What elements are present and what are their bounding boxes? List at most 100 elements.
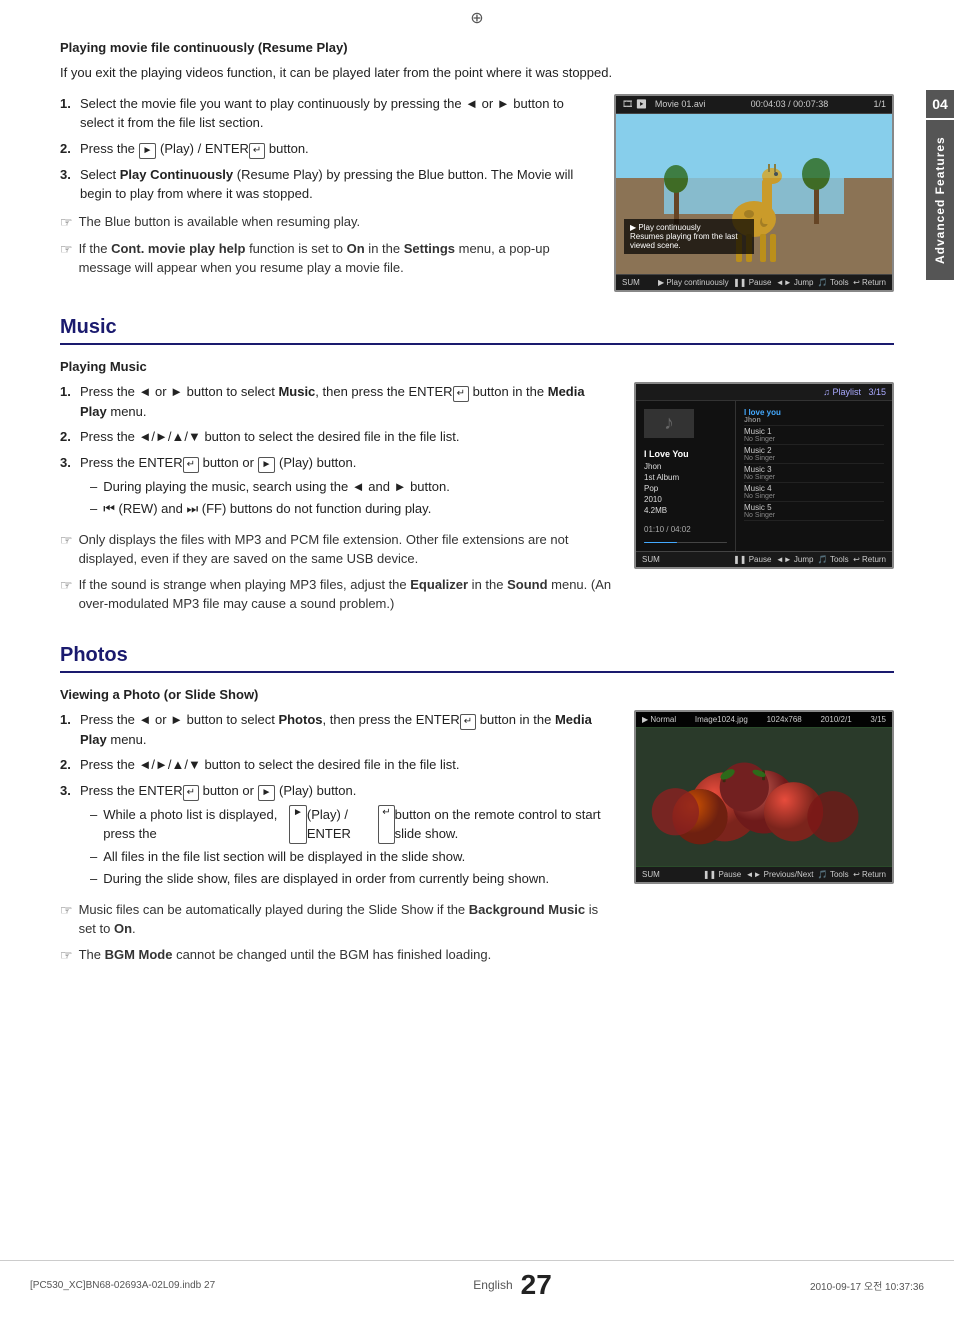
music-step-3-subitems: During playing the music, search using t… — [80, 477, 614, 519]
music-screen-header: ♫ Playlist 3/15 — [636, 384, 892, 401]
photo-step-3-subitems: While a photo list is displayed, press t… — [80, 805, 614, 889]
page-footer: [PC530_XC]BN68-02693A-02L09.indb 27 Engl… — [0, 1260, 954, 1301]
photos-content: 1. Press the ◄ or ► button to select Pho… — [60, 710, 894, 972]
top-decorative-mark: ⊕ — [470, 8, 483, 28]
playlist-item-0[interactable]: I love you Jhon — [744, 407, 884, 426]
music-playlist-label: ♫ Playlist — [823, 387, 861, 397]
playlist-item-1[interactable]: Music 1 No Singer — [744, 426, 884, 445]
photo-svg — [636, 727, 892, 867]
photo-note-icon-1: ☞ — [60, 900, 73, 921]
playlist-item-4[interactable]: Music 4 No Singer — [744, 483, 884, 502]
photo-step-2-content: Press the ◄/►/▲/▼ button to select the d… — [80, 755, 614, 775]
music-step-1-num: 1. — [60, 382, 80, 422]
music-progress-fill — [644, 542, 677, 543]
photo-step-3: 3. Press the ENTER↵ button or ► (Play) b… — [60, 781, 614, 892]
photo-screen-header: ▶ Normal Image1024.jpg 1024x768 2010/2/1… — [636, 712, 892, 727]
music-time: 01:10 / 04:02 — [644, 525, 727, 534]
music-step-1: 1. Press the ◄ or ► button to select Mus… — [60, 382, 614, 422]
page-container: ⊕ 04 Advanced Features Playing movie fil… — [0, 0, 954, 1321]
screen-time: 00:04:03 / 00:07:38 — [751, 99, 829, 110]
overlay-line1: ▶ Play continuously — [630, 223, 748, 232]
music-step-1-content: Press the ◄ or ► button to select Music,… — [80, 382, 614, 422]
music-section: Music Playing Music 1. Press the ◄ or ► … — [60, 316, 894, 620]
music-step-3: 3. Press the ENTER↵ button or ► (Play) b… — [60, 453, 614, 522]
footer-controls: ▶ Play continuously ❚❚ Pause ◄► Jump 🎵 T… — [658, 278, 886, 287]
photos-steps-area: 1. Press the ◄ or ► button to select Pho… — [60, 710, 614, 972]
playlist-item-5[interactable]: Music 5 No Singer — [744, 502, 884, 521]
year: 2010 — [644, 494, 727, 505]
music-note-1: ☞ Only displays the files with MP3 and P… — [60, 530, 614, 569]
note-icon-1: ☞ — [60, 212, 73, 233]
playlist-singer-5: No Singer — [744, 512, 884, 519]
photo-mode: ▶ Normal — [642, 715, 676, 724]
step-1-content: Select the movie file you want to play c… — [80, 94, 594, 133]
music-progress-bar — [644, 542, 727, 543]
step-2: 2. Press the ► (Play) / ENTER↵ button. — [60, 139, 594, 159]
photo-resolution: 1024x768 — [767, 715, 802, 724]
photo-filename: Image1024.jpg — [695, 715, 748, 724]
music-left-panel: ♪ I Love You Jhon 1st Album Pop 2010 4.2… — [636, 401, 736, 551]
music-info: I Love You Jhon 1st Album Pop 2010 4.2MB — [644, 448, 727, 517]
resume-play-screen-mockup: 🎞 ▶ Movie 01.avi 00:04:03 / 00:07:38 1/1 — [614, 94, 894, 292]
photo-screen-mockup: ▶ Normal Image1024.jpg 1024x768 2010/2/1… — [634, 710, 894, 884]
screen-video-area: ▶ Play continuously Resumes playing from… — [616, 114, 892, 274]
photo-note-1-text: Music files can be automatically played … — [79, 900, 614, 939]
photo-screen-body — [636, 727, 892, 867]
photo-step-1: 1. Press the ◄ or ► button to select Pho… — [60, 710, 614, 750]
photo-note-1: ☞ Music files can be automatically playe… — [60, 900, 614, 939]
playlist-singer-1: No Singer — [744, 436, 884, 443]
playlist-singer-4: No Singer — [744, 493, 884, 500]
step-1-num: 1. — [60, 94, 80, 133]
footer-file-info: [PC530_XC]BN68-02693A-02L09.indb 27 — [30, 1280, 215, 1291]
genre: Pop — [644, 483, 727, 494]
step-3-num: 3. — [60, 165, 80, 204]
music-subsection-title: Playing Music — [60, 359, 894, 374]
music-screen-area: ♫ Playlist 3/15 ♪ I Love You Jhon 1st Al… — [634, 382, 894, 620]
music-notes: ☞ Only displays the files with MP3 and P… — [60, 530, 614, 614]
music-step-3-content: Press the ENTER↵ button or ► (Play) butt… — [80, 453, 614, 522]
playlist-title-0: I love you — [744, 408, 884, 417]
chapter-number: 04 — [926, 90, 954, 118]
music-step-2-num: 2. — [60, 427, 80, 447]
resume-play-intro: If you exit the playing videos function,… — [60, 63, 894, 84]
file-size: 4.2MB — [644, 505, 727, 516]
playlist-title-2: Music 2 — [744, 446, 884, 455]
music-subitem-2: ⏮ (REW) and ⏭ (FF) buttons do not functi… — [90, 499, 614, 519]
screen-overlay: ▶ Play continuously Resumes playing from… — [624, 219, 754, 254]
footer-date: 2010-09-17 오전 10:37:36 — [810, 1278, 924, 1293]
music-step-2: 2. Press the ◄/►/▲/▼ button to select th… — [60, 427, 614, 447]
resume-note-1: ☞ The Blue button is available when resu… — [60, 212, 594, 233]
album-art: ♪ — [644, 409, 694, 438]
screen-header-left: 🎞 ▶ Movie 01.avi — [622, 99, 705, 110]
photo-step-1-num: 1. — [60, 710, 80, 750]
playlist-singer-3: No Singer — [744, 474, 884, 481]
music-right-panel: I love you Jhon Music 1 No Singer Music … — [736, 401, 892, 551]
playlist-item-3[interactable]: Music 3 No Singer — [744, 464, 884, 483]
music-screen-footer: SUM ❚❚ Pause ◄► Jump 🎵 Tools ↩ Return — [636, 551, 892, 567]
playlist-item-2[interactable]: Music 2 No Singer — [744, 445, 884, 464]
resume-play-steps-list: 1. Select the movie file you want to pla… — [60, 94, 594, 204]
resume-play-notes: ☞ The Blue button is available when resu… — [60, 212, 594, 278]
music-steps-area: 1. Press the ◄ or ► button to select Mus… — [60, 382, 614, 620]
music-playlist-count: 3/15 — [868, 387, 886, 397]
music-screen-mockup: ♫ Playlist 3/15 ♪ I Love You Jhon 1st Al… — [634, 382, 894, 569]
resume-play-section: Playing movie file continuously (Resume … — [60, 40, 894, 292]
page-number-box: English 27 — [473, 1269, 552, 1301]
photo-step-3-num: 3. — [60, 781, 80, 892]
photo-note-2-text: The BGM Mode cannot be changed until the… — [79, 945, 492, 965]
resume-note-1-text: The Blue button is available when resumi… — [79, 212, 361, 232]
music-footer-left: SUM — [642, 555, 660, 564]
chapter-label: Advanced Features — [926, 120, 954, 280]
photos-steps-list: 1. Press the ◄ or ► button to select Pho… — [60, 710, 614, 892]
playlist-title-3: Music 3 — [744, 465, 884, 474]
music-steps-list: 1. Press the ◄ or ► button to select Mus… — [60, 382, 614, 522]
photo-step-2: 2. Press the ◄/►/▲/▼ button to select th… — [60, 755, 614, 775]
screen-header: 🎞 ▶ Movie 01.avi 00:04:03 / 00:07:38 1/1 — [616, 96, 892, 114]
photo-step-1-content: Press the ◄ or ► button to select Photos… — [80, 710, 614, 750]
music-title: Music — [60, 316, 894, 345]
photo-screen-area: ▶ Normal Image1024.jpg 1024x768 2010/2/1… — [634, 710, 894, 972]
music-note-2: ☞ If the sound is strange when playing M… — [60, 575, 614, 614]
step-3-content: Select Play Continuously (Resume Play) b… — [80, 165, 594, 204]
playlist-title-1: Music 1 — [744, 427, 884, 436]
english-label: English — [473, 1278, 512, 1292]
